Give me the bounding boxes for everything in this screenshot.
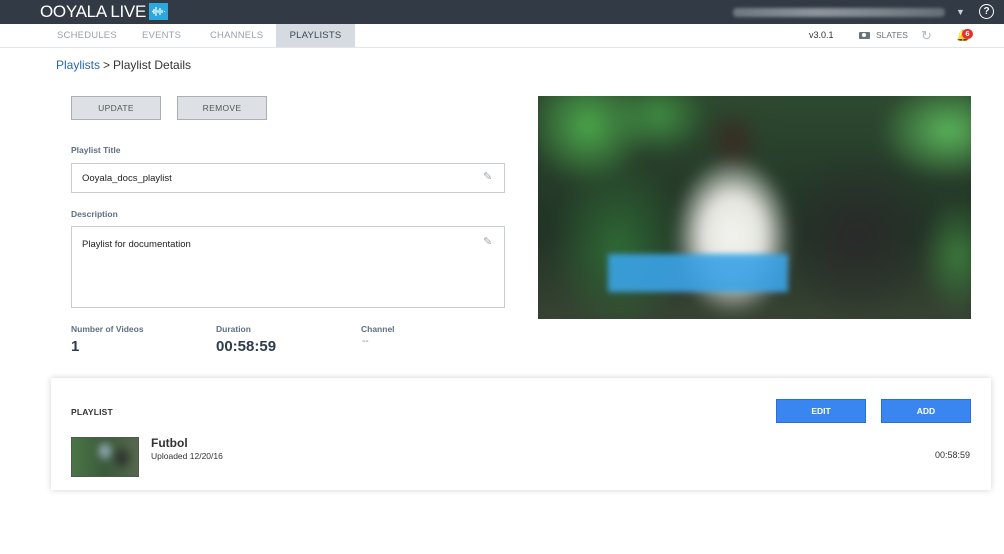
chevron-down-icon[interactable]: ▼ xyxy=(956,7,965,17)
pencil-icon[interactable]: ✎ xyxy=(483,170,492,183)
breadcrumb: Playlists > Playlist Details xyxy=(56,58,191,72)
pencil-icon[interactable]: ✎ xyxy=(483,235,492,248)
duration-label: Duration xyxy=(216,324,251,334)
number-of-videos-label: Number of Videos xyxy=(71,324,144,334)
top-bar: OOYALA LIVE ▼ ? xyxy=(0,0,1004,24)
add-button[interactable]: ADD xyxy=(881,399,971,423)
remove-button[interactable]: REMOVE xyxy=(177,96,267,120)
notification-badge: 6 xyxy=(962,29,973,39)
tab-schedules[interactable]: SCHEDULES xyxy=(57,24,117,47)
brand-name: OOYALA LIVE xyxy=(40,2,146,21)
slates-button[interactable]: SLATES xyxy=(859,30,908,40)
breadcrumb-separator: > xyxy=(103,58,111,72)
playlist-panel: PLAYLIST EDIT ADD Futbol Uploaded 12/20/… xyxy=(51,378,991,490)
channel-label: Channel xyxy=(361,324,395,334)
video-thumbnail xyxy=(71,437,139,477)
tab-playlists[interactable]: PLAYLISTS xyxy=(276,24,355,47)
video-title: Futbol xyxy=(151,436,188,450)
playlist-title-value: Ooyala_docs_playlist xyxy=(82,173,172,184)
duration-value: 00:58:59 xyxy=(216,338,277,355)
description-label: Description xyxy=(71,209,118,219)
nav-bar: SCHEDULES EVENTS CHANNELS PLAYLISTS xyxy=(0,24,1004,48)
tab-channels[interactable]: CHANNELS xyxy=(210,24,265,47)
breadcrumb-playlists-link[interactable]: Playlists xyxy=(56,58,100,72)
video-duration: 00:58:59 xyxy=(935,450,971,460)
playlist-title-field[interactable]: Ooyala_docs_playlist ✎ xyxy=(71,163,505,193)
description-field[interactable]: Playlist for documentation ✎ xyxy=(71,226,505,308)
number-of-videos-value: 1 xyxy=(71,338,80,355)
help-icon[interactable]: ? xyxy=(979,4,994,19)
tab-events[interactable]: EVENTS xyxy=(142,24,187,47)
description-value: Playlist for documentation xyxy=(82,239,191,250)
camera-icon xyxy=(859,32,870,39)
channel-value: -- xyxy=(362,336,369,347)
version-label: v3.0.1 xyxy=(809,30,834,40)
brand-logo[interactable]: OOYALA LIVE xyxy=(40,2,168,22)
user-account-menu[interactable] xyxy=(733,8,945,17)
update-button[interactable]: UPDATE xyxy=(71,96,161,120)
refresh-icon[interactable]: ↻ xyxy=(921,29,932,42)
video-upload-date: Uploaded 12/20/16 xyxy=(151,451,223,461)
waveform-icon xyxy=(149,3,168,20)
playlist-preview-image xyxy=(538,96,971,319)
playlist-heading: PLAYLIST xyxy=(71,407,113,417)
slates-label: SLATES xyxy=(876,30,908,40)
edit-button[interactable]: EDIT xyxy=(776,399,866,423)
playlist-title-label: Playlist Title xyxy=(71,145,121,155)
breadcrumb-current: Playlist Details xyxy=(113,58,192,72)
